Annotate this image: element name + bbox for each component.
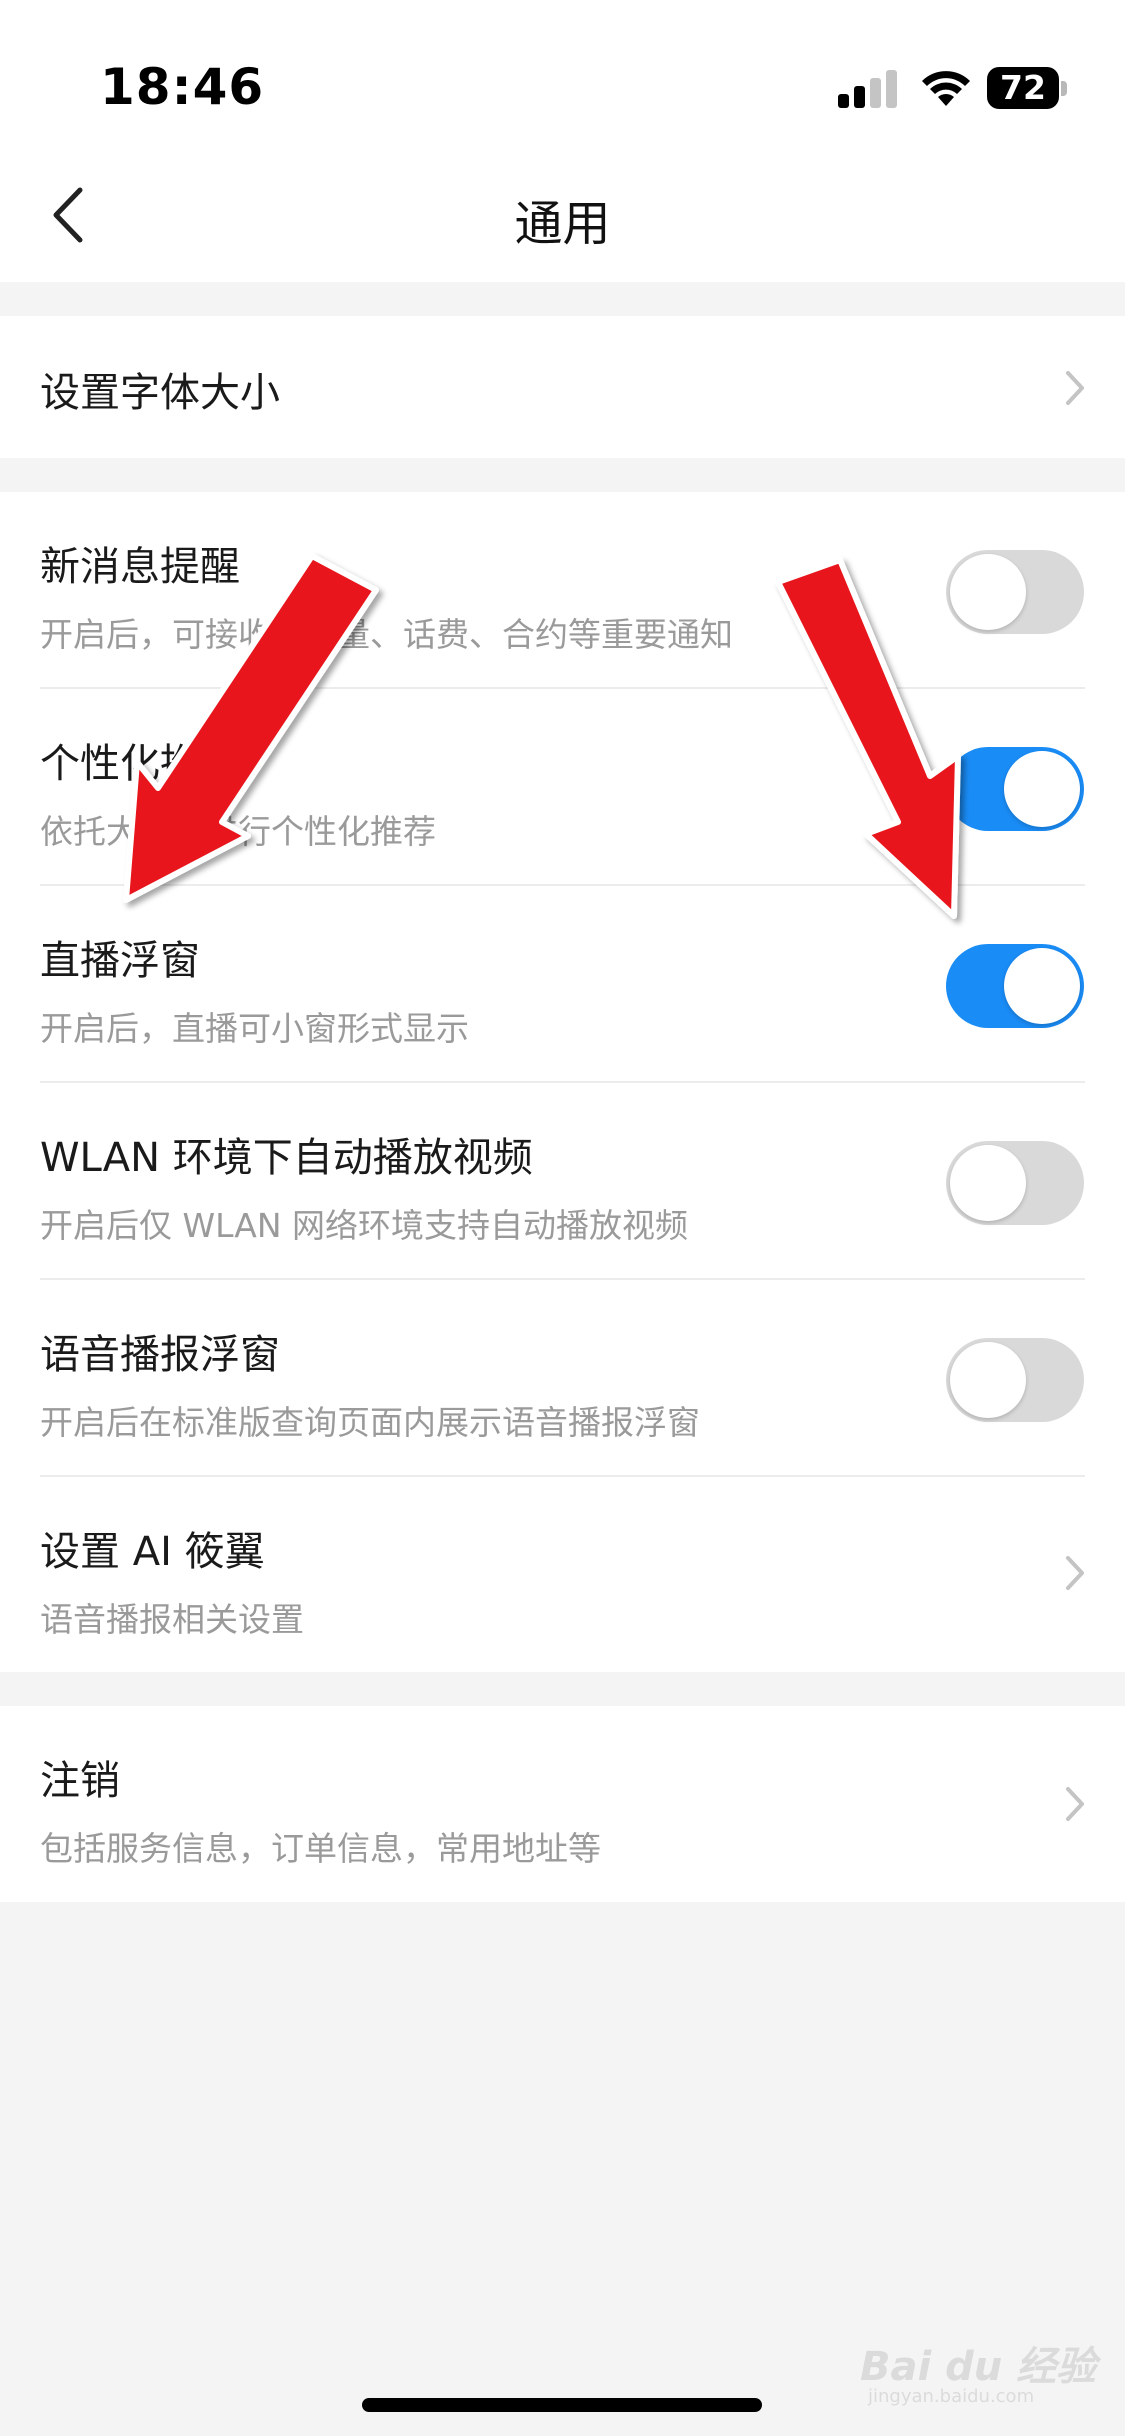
settings-group-general: 新消息提醒 开启后，可接收到流量、话费、合约等重要通知 个性化推荐 依托大数据进… [0,492,1125,1672]
settings-group-account: 注销 包括服务信息，订单信息，常用地址等 [0,1706,1125,1902]
row-personalized-recommendation: 个性化推荐 依托大数据进行个性化推荐 [0,689,1125,886]
settings-group-font: 设置字体大小 [0,316,1125,458]
row-subtitle: 语音播报相关设置 [40,1600,304,1639]
row-subtitle: 开启后，可接收到流量、话费、合约等重要通知 [40,615,733,654]
row-title: 设置字体大小 [40,370,280,416]
toggle-new-message-alert[interactable] [946,550,1084,634]
row-subtitle: 开启后仅 WLAN 网络环境支持自动播放视频 [40,1206,689,1245]
page-title: 通用 [514,196,611,252]
row-font-size[interactable]: 设置字体大小 [0,316,1125,458]
chevron-right-icon [1066,1556,1084,1590]
row-title: 注销 [40,1758,120,1804]
row-title: 语音播报浮窗 [40,1332,280,1378]
status-time: 18:46 [100,58,265,116]
row-title: WLAN 环境下自动播放视频 [40,1135,533,1181]
watermark-url: jingyan.baidu.com [868,2386,1035,2407]
row-title: 新消息提醒 [40,544,240,590]
home-indicator[interactable] [362,2398,762,2412]
row-ai-assistant[interactable]: 设置 AI 筱翼 语音播报相关设置 [0,1477,1125,1672]
row-voice-broadcast-window: 语音播报浮窗 开启后在标准版查询页面内展示语音播报浮窗 [0,1280,1125,1477]
row-live-floating-window: 直播浮窗 开启后，直播可小窗形式显示 [0,886,1125,1083]
status-bar: 18:46 72 [0,0,1125,150]
chevron-right-icon [1066,371,1084,405]
row-cancel-account[interactable]: 注销 包括服务信息，订单信息，常用地址等 [0,1706,1125,1902]
row-new-message-alert: 新消息提醒 开启后，可接收到流量、话费、合约等重要通知 [0,492,1125,689]
cellular-signal-icon [838,70,898,108]
baidu-watermark: Bai du 经验 jingyan.baidu.com [860,2310,1100,2407]
nav-bar: 通用 [0,150,1125,282]
row-title: 设置 AI 筱翼 [40,1529,265,1575]
toggle-voice-broadcast-window[interactable] [946,1338,1084,1422]
row-subtitle: 包括服务信息，订单信息，常用地址等 [40,1829,601,1868]
battery-level: 72 [987,67,1059,109]
battery-icon: 72 [987,67,1067,109]
toggle-personalized-recommendation[interactable] [946,747,1084,831]
row-subtitle: 依托大数据进行个性化推荐 [40,812,436,851]
chevron-right-icon [1066,1787,1084,1821]
row-wlan-autoplay: WLAN 环境下自动播放视频 开启后仅 WLAN 网络环境支持自动播放视频 [0,1083,1125,1280]
row-subtitle: 开启后，直播可小窗形式显示 [40,1009,469,1048]
row-title: 个性化推荐 [40,741,240,787]
settings-page: 18:46 72 通用 设置字体大小 新消息提醒 开启后，可接收到流量、话费、合… [0,0,1125,2436]
watermark-logo: Bai du 经验 [860,2344,1097,2390]
row-title: 直播浮窗 [40,938,200,984]
wifi-icon [922,71,970,106]
toggle-live-floating-window[interactable] [946,944,1084,1028]
row-subtitle: 开启后在标准版查询页面内展示语音播报浮窗 [40,1403,700,1442]
toggle-wlan-autoplay[interactable] [946,1141,1084,1225]
